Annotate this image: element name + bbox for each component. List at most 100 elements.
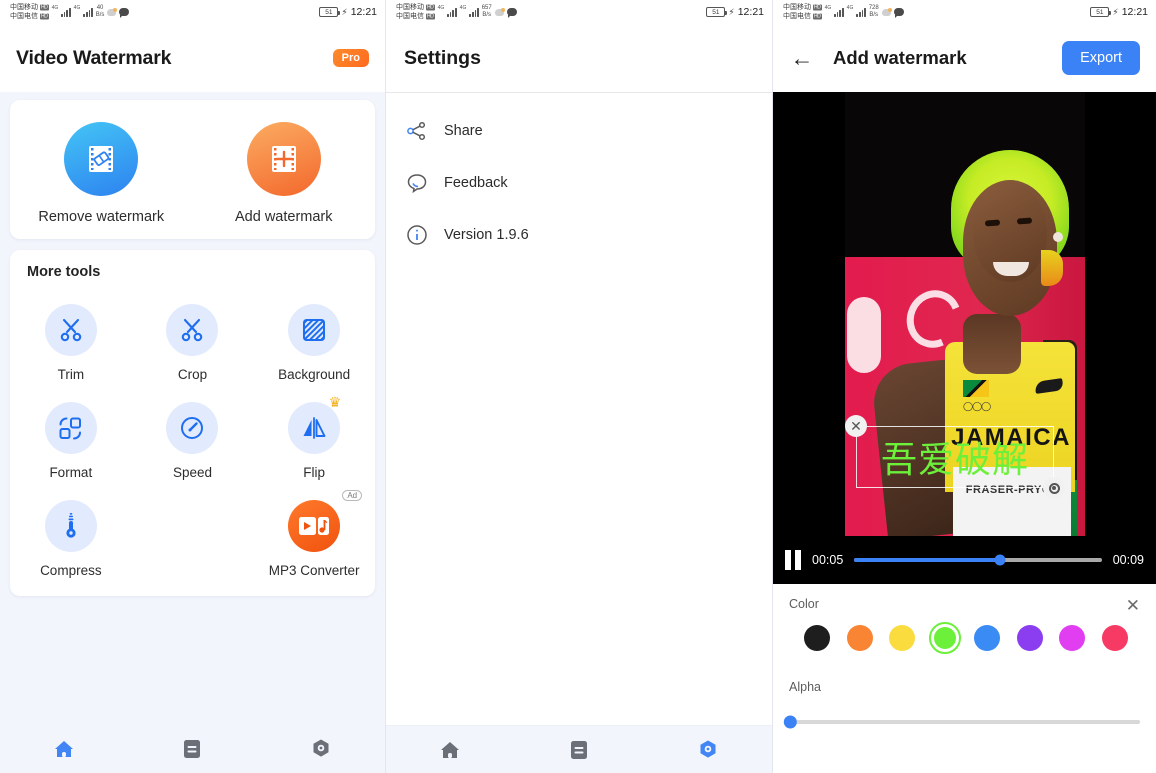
color-swatch-yellow[interactable] bbox=[886, 622, 918, 654]
net-type-1: 4G bbox=[437, 5, 445, 11]
seek-progress bbox=[854, 558, 1001, 562]
watermark-rotate-handle-icon[interactable] bbox=[1043, 477, 1065, 499]
tool-trim-label: Trim bbox=[57, 367, 85, 382]
back-arrow-icon[interactable]: ← bbox=[789, 46, 815, 70]
screenshot-stage: 中国移动 HD 中国电信 HD 4G 4G 40 B/s 51 ⚡ 12:21 … bbox=[0, 0, 1156, 773]
tool-crop-label: Crop bbox=[177, 367, 208, 382]
color-section-label: Color bbox=[789, 597, 819, 611]
alpha-slider-handle[interactable] bbox=[783, 715, 797, 729]
tool-mp3-converter[interactable]: Ad MP3 Converter bbox=[253, 490, 375, 578]
gear-icon bbox=[313, 739, 329, 757]
athlete-eye-right bbox=[1016, 217, 1033, 225]
weather-icon bbox=[881, 7, 892, 16]
bottom-nav-home bbox=[0, 725, 385, 773]
alpha-slider[interactable] bbox=[783, 715, 1140, 729]
swatch-fill bbox=[804, 625, 830, 651]
color-swatch-blue[interactable] bbox=[971, 622, 1003, 654]
signal-bars-2-icon bbox=[469, 7, 479, 17]
jamaica-flag-icon bbox=[963, 380, 989, 397]
color-swatch-black[interactable] bbox=[801, 622, 833, 654]
net-type-1: 4G bbox=[51, 5, 59, 11]
editor-header: ← Add watermark Export bbox=[773, 24, 1156, 92]
carrier-2-label: 中国电信 bbox=[396, 13, 424, 20]
watermark-delete-icon[interactable]: ✕ bbox=[845, 415, 867, 437]
athlete-eye-left bbox=[984, 219, 1001, 227]
alpha-section-label: Alpha bbox=[789, 680, 821, 694]
nav-files-button[interactable] bbox=[549, 730, 609, 770]
net-type-2: 4G bbox=[459, 5, 467, 11]
player-controls: 00:05 00:09 bbox=[773, 536, 1156, 584]
nav-settings-button[interactable] bbox=[291, 729, 351, 769]
net-type-2: 4G bbox=[846, 5, 854, 11]
swatch-fill bbox=[889, 625, 916, 651]
action-remove-watermark-label: Remove watermark bbox=[38, 209, 165, 225]
tool-background-label: Background bbox=[278, 367, 351, 382]
color-swatch-green[interactable] bbox=[928, 622, 961, 654]
settings-item-feedback-label: Feedback bbox=[444, 175, 508, 191]
signal-bars-1-icon bbox=[61, 7, 71, 17]
nav-settings-button[interactable] bbox=[678, 730, 738, 770]
color-swatch-red[interactable] bbox=[1099, 622, 1131, 654]
tool-speed[interactable]: Speed bbox=[132, 402, 254, 480]
settings-item-share[interactable]: Share bbox=[386, 105, 772, 157]
watermark-overlay-box[interactable]: 吾爱破解 ✕ bbox=[845, 415, 1065, 499]
status-bar-left: 中国移动 HD 中国电信 HD 4G 4G 657 B/s bbox=[396, 3, 517, 21]
panel-home: 中国移动 HD 中国电信 HD 4G 4G 40 B/s 51 ⚡ 12:21 … bbox=[0, 0, 385, 773]
seek-handle[interactable] bbox=[994, 554, 1006, 566]
status-bar-settings: 中国移动 HD 中国电信 HD 4G 4G 657 B/s 51 ⚡ 12:21 bbox=[386, 0, 772, 24]
page-title: Video Watermark bbox=[16, 46, 172, 69]
action-remove-watermark[interactable]: Remove watermark bbox=[10, 122, 193, 225]
tool-background[interactable]: Background bbox=[253, 304, 375, 382]
panel-add-watermark: 中国移动 HD 中国电信 HD 4G 4G 728 B/s 51 ⚡ 12:21… bbox=[772, 0, 1156, 773]
net-type-2: 4G bbox=[73, 5, 81, 11]
network-speed-unit: B/s bbox=[95, 12, 105, 18]
export-button[interactable]: Export bbox=[1062, 41, 1140, 75]
action-add-watermark[interactable]: Add watermark bbox=[193, 122, 376, 225]
hd-badge-2: HD bbox=[813, 13, 822, 19]
signal-bars-1-icon bbox=[834, 7, 844, 17]
tool-flip[interactable]: ♛ Flip bbox=[253, 395, 375, 480]
home-icon bbox=[55, 741, 74, 757]
video-preview[interactable]: ◯◯◯ JAMAICA FRASER-PRYCE 吾爱破解 ✕ 00:05 00… bbox=[773, 92, 1156, 584]
settings-header: Settings bbox=[386, 24, 772, 92]
more-tools-card: More tools Trim Crop Background Format S… bbox=[10, 250, 375, 596]
charging-icon: ⚡ bbox=[341, 6, 348, 17]
seek-bar[interactable] bbox=[854, 554, 1102, 566]
status-bar-right: 51 ⚡ 12:21 bbox=[319, 6, 377, 18]
tool-trim[interactable]: Trim bbox=[10, 304, 132, 382]
status-bar-right: 51 ⚡ 12:21 bbox=[1090, 6, 1148, 18]
close-icon[interactable]: ✕ bbox=[1126, 597, 1140, 614]
nav-home-button[interactable] bbox=[420, 730, 480, 770]
athlete-neck bbox=[963, 314, 1021, 374]
status-bar-editor: 中国移动 HD 中国电信 HD 4G 4G 728 B/s 51 ⚡ 12:21 bbox=[773, 0, 1156, 24]
message-icon bbox=[119, 8, 130, 18]
color-swatch-orange[interactable] bbox=[844, 622, 876, 654]
carrier-1-label: 中国移动 bbox=[10, 4, 38, 11]
message-icon bbox=[506, 8, 517, 18]
signal-bars-2-icon bbox=[856, 7, 866, 17]
backdrop-logo bbox=[847, 297, 881, 373]
nav-files-button[interactable] bbox=[162, 729, 222, 769]
color-swatch-purple[interactable] bbox=[1014, 622, 1046, 654]
hatched-square-icon bbox=[288, 304, 341, 356]
flip-icon: ♛ bbox=[288, 395, 341, 454]
settings-page-title: Settings bbox=[404, 46, 481, 69]
olympic-rings-icon: ◯◯◯ bbox=[963, 401, 991, 411]
settings-item-version[interactable]: Version 1.9.6 bbox=[386, 209, 772, 261]
hd-badge-1: HD bbox=[40, 4, 49, 10]
network-speed: 40 B/s bbox=[96, 5, 105, 19]
weather-icon bbox=[494, 7, 505, 16]
tool-format[interactable]: Format bbox=[10, 402, 132, 480]
pause-icon[interactable] bbox=[785, 550, 801, 570]
tool-crop[interactable]: Crop bbox=[132, 304, 254, 382]
watermark-controls-panel: Color ✕ Alpha bbox=[773, 584, 1156, 773]
pro-badge[interactable]: Pro bbox=[332, 49, 369, 67]
swatch-fill bbox=[1101, 625, 1128, 651]
color-swatch-magenta[interactable] bbox=[1056, 622, 1088, 654]
nav-home-button[interactable] bbox=[34, 729, 94, 769]
tool-mp3-converter-label: MP3 Converter bbox=[268, 563, 360, 578]
battery-indicator: 51 bbox=[1090, 7, 1112, 17]
settings-item-feedback[interactable]: Feedback bbox=[386, 157, 772, 209]
share-icon bbox=[404, 118, 430, 144]
tool-compress[interactable]: Compress bbox=[10, 500, 132, 578]
